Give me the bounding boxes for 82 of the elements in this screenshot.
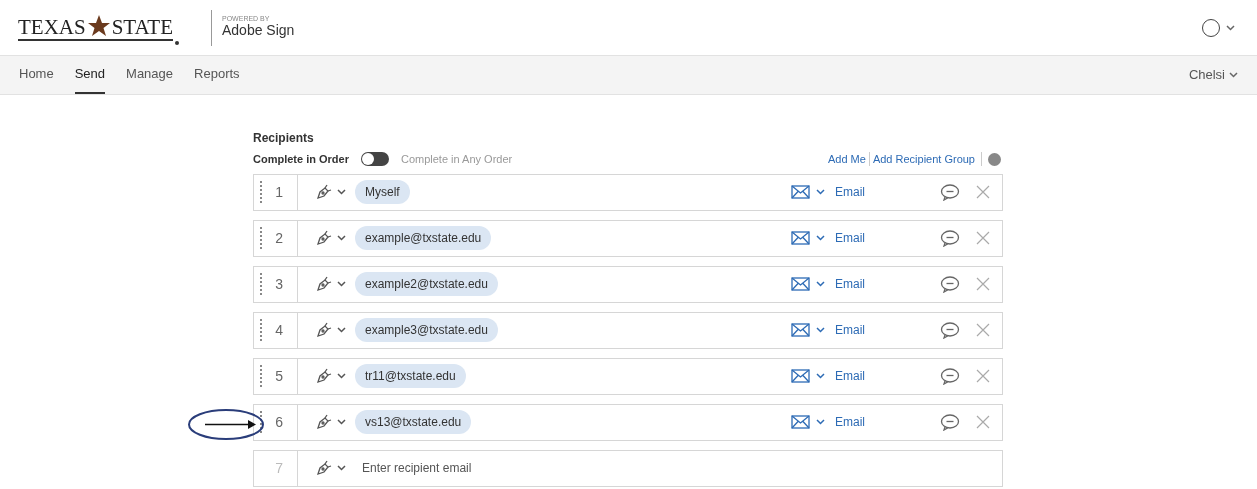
role-dropdown[interactable] [315, 367, 346, 385]
pen-icon [315, 321, 333, 339]
caret-icon [337, 327, 346, 333]
pen-icon [315, 183, 333, 201]
recipient-chip[interactable]: tr11@txstate.edu [355, 364, 466, 388]
logo-text: STATE [111, 17, 173, 38]
delivery-dropdown[interactable]: Email [791, 229, 865, 247]
envelope-icon [791, 277, 810, 291]
pen-icon [315, 367, 333, 385]
toggle-label: Complete in Order [253, 152, 349, 167]
caret-icon [816, 281, 825, 287]
nav-tab[interactable]: Send [74, 56, 106, 94]
caret-icon [337, 465, 346, 471]
link[interactable]: Add Me [827, 151, 866, 168]
caret-icon [337, 235, 346, 241]
envelope-icon [791, 231, 810, 245]
product-name: Adobe Sign [222, 22, 295, 40]
caret-icon [337, 373, 346, 379]
drag-handle-icon[interactable] [260, 365, 262, 387]
order-number: 1 [275, 182, 283, 202]
pen-icon [315, 459, 333, 477]
comment-icon[interactable] [940, 229, 960, 247]
link[interactable]: Add Recipient Group [872, 151, 975, 168]
delivery-dropdown[interactable]: Email [791, 367, 865, 385]
user-menu[interactable]: Chelsi [1188, 65, 1238, 85]
recipient-chip[interactable]: example@txstate.edu [355, 226, 492, 250]
comment-icon[interactable] [940, 183, 960, 201]
recipient-chip[interactable]: example2@txstate.edu [355, 272, 498, 296]
order-number: 6 [275, 412, 283, 432]
envelope-icon [791, 323, 810, 337]
order-toggle[interactable] [360, 152, 389, 167]
drag-handle-icon[interactable] [260, 273, 262, 295]
drag-handle-icon[interactable] [260, 181, 262, 203]
role-dropdown[interactable] [315, 459, 346, 477]
caret-icon [816, 235, 825, 241]
caret-icon [1226, 24, 1235, 31]
section-title: Recipients [253, 130, 315, 147]
recipient-chip[interactable]: example3@txstate.edu [355, 318, 498, 342]
comment-icon[interactable] [940, 367, 960, 385]
role-dropdown[interactable] [315, 183, 346, 201]
envelope-icon [791, 185, 810, 199]
order-number: 2 [275, 228, 283, 248]
logo-text: TEXAS [18, 17, 86, 38]
comment-icon[interactable] [940, 413, 960, 431]
envelope-icon [791, 415, 810, 429]
order-number: 4 [275, 320, 283, 340]
drag-handle-icon[interactable] [260, 411, 262, 433]
email-input[interactable]: Enter recipient email [362, 459, 1002, 477]
delivery-dropdown[interactable]: Email [791, 413, 865, 431]
caret-icon [816, 327, 825, 333]
delivery-dropdown[interactable]: Email [791, 183, 865, 201]
caret-icon [816, 373, 825, 379]
role-dropdown[interactable] [315, 275, 346, 293]
role-dropdown[interactable] [315, 413, 346, 431]
envelope-icon [791, 369, 810, 383]
delivery-dropdown[interactable]: Email [791, 321, 865, 339]
caret-icon [816, 189, 825, 195]
pen-icon [315, 229, 333, 247]
caret-icon [816, 419, 825, 425]
caret-icon [337, 189, 346, 195]
toggle-label: Complete in Any Order [400, 152, 513, 167]
order-number: 7 [275, 458, 283, 478]
drag-handle-icon[interactable] [260, 227, 262, 249]
order-number: 5 [275, 366, 283, 386]
drag-handle-icon[interactable] [260, 319, 262, 341]
caret-icon [337, 419, 346, 425]
role-dropdown[interactable] [315, 321, 346, 339]
caret-icon [1229, 72, 1238, 78]
nav-tab[interactable]: Reports [194, 56, 240, 94]
order-number: 3 [275, 274, 283, 294]
recipient-chip[interactable]: Myself [355, 180, 410, 204]
nav-tab[interactable]: Manage [126, 56, 174, 94]
delivery-dropdown[interactable]: Email [791, 275, 865, 293]
role-dropdown[interactable] [315, 229, 346, 247]
comment-icon[interactable] [940, 275, 960, 293]
pen-icon [315, 275, 333, 293]
comment-icon[interactable] [940, 321, 960, 339]
recipient-chip[interactable]: vs13@txstate.edu [355, 410, 472, 434]
nav-tab[interactable]: Home [19, 56, 54, 94]
pen-icon [315, 413, 333, 431]
caret-icon [337, 281, 346, 287]
star-icon [86, 14, 111, 38]
